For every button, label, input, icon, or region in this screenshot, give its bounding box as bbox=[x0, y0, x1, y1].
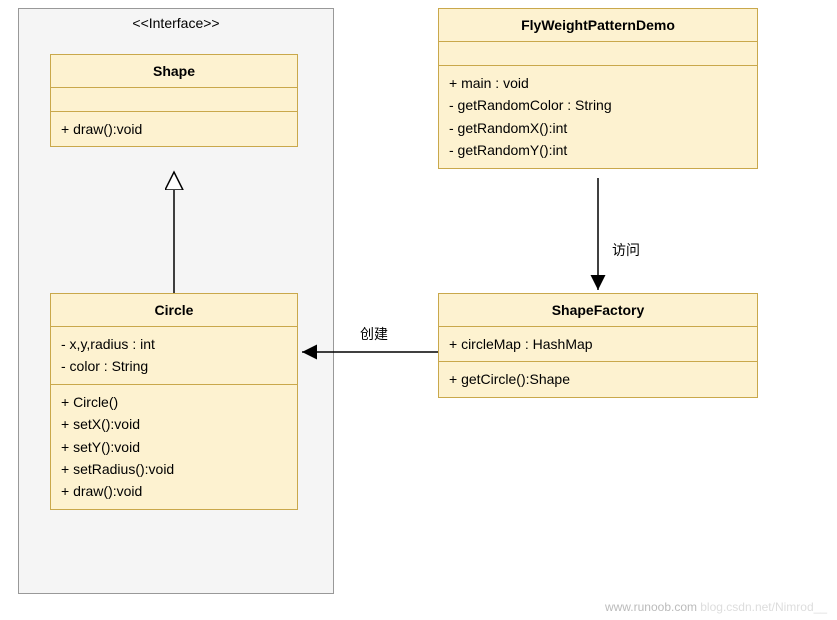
method: - getRandomY():int bbox=[449, 139, 747, 161]
class-shape-methods: + draw():void bbox=[51, 112, 297, 146]
class-circle: Circle - x,y,radius : int - color : Stri… bbox=[50, 293, 298, 510]
label-access: 访问 bbox=[612, 240, 640, 260]
class-shape: Shape + draw():void bbox=[50, 54, 298, 147]
class-demo: FlyWeightPatternDemo + main : void - get… bbox=[438, 8, 758, 169]
class-shape-attrs bbox=[51, 88, 297, 112]
attr: - color : String bbox=[61, 355, 287, 377]
method: + setY():void bbox=[61, 436, 287, 458]
class-circle-attrs: - x,y,radius : int - color : String bbox=[51, 327, 297, 385]
class-factory-title: ShapeFactory bbox=[439, 294, 757, 327]
method: + main : void bbox=[449, 72, 747, 94]
class-demo-attrs bbox=[439, 42, 757, 66]
watermark-runoob: www.runoob.com bbox=[605, 600, 697, 614]
class-circle-title: Circle bbox=[51, 294, 297, 327]
class-circle-methods: + Circle() + setX():void + setY():void +… bbox=[51, 385, 297, 509]
class-factory-methods: + getCircle():Shape bbox=[439, 362, 757, 396]
class-shape-title: Shape bbox=[51, 55, 297, 88]
method: + draw():void bbox=[61, 118, 287, 140]
method: - getRandomColor : String bbox=[449, 94, 747, 116]
class-demo-title: FlyWeightPatternDemo bbox=[439, 9, 757, 42]
class-factory-attrs: + circleMap : HashMap bbox=[439, 327, 757, 362]
package-stereotype: <<Interface>> bbox=[19, 9, 333, 33]
method: - getRandomX():int bbox=[449, 117, 747, 139]
attr: - x,y,radius : int bbox=[61, 333, 287, 355]
class-demo-methods: + main : void - getRandomColor : String … bbox=[439, 66, 757, 168]
method: + setRadius():void bbox=[61, 458, 287, 480]
method: + draw():void bbox=[61, 480, 287, 502]
label-create: 创建 bbox=[360, 324, 388, 344]
method: + Circle() bbox=[61, 391, 287, 413]
method: + getCircle():Shape bbox=[449, 368, 747, 390]
class-factory: ShapeFactory + circleMap : HashMap + get… bbox=[438, 293, 758, 398]
method: + setX():void bbox=[61, 413, 287, 435]
attr: + circleMap : HashMap bbox=[449, 333, 747, 355]
watermark-csdn: blog.csdn.net/Nimrod__ bbox=[700, 600, 827, 614]
